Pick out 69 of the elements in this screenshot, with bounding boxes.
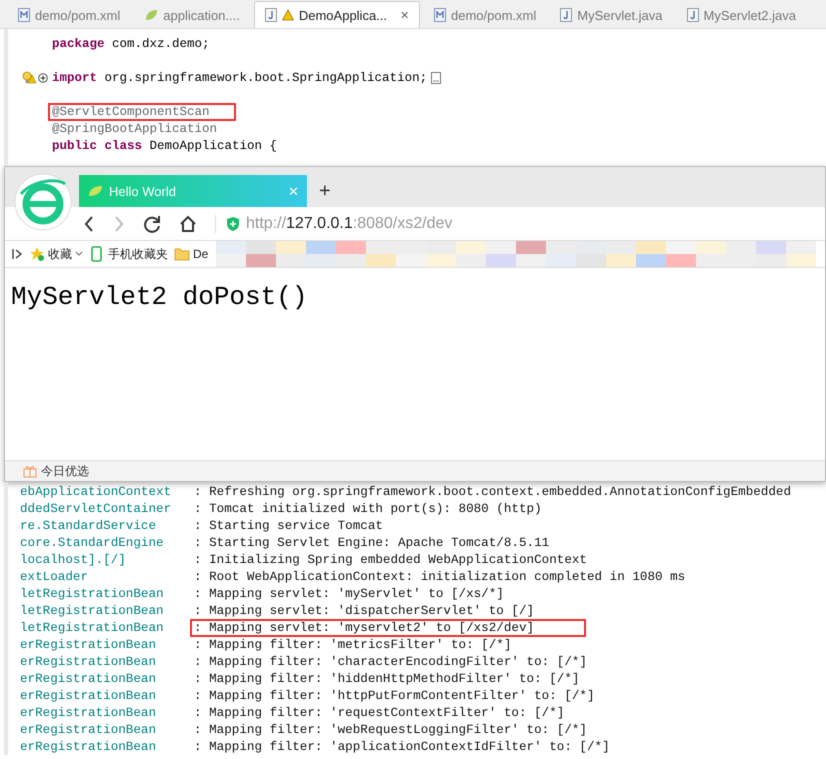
- editor-tab[interactable]: demo/pom.xml: [8, 2, 130, 28]
- leaf-icon: [144, 8, 158, 22]
- log-message: : Root WebApplicationContext: initialization completed in 1080 ms: [193, 568, 686, 586]
- bookmark-item[interactable]: De: [174, 246, 208, 262]
- code-line: public class DemoApplication {: [51, 138, 278, 154]
- log-source: letRegistrationBean: [20, 604, 165, 618]
- home-icon: [179, 214, 197, 232]
- log-source: letRegistrationBean: [20, 620, 165, 634]
- log-source: core.StandardEngine: [20, 536, 165, 550]
- log-message: : Refreshing org.springframework.boot.context.embedded.AnnotationConfigEmbedded: [193, 484, 792, 500]
- sidebar-toggle-icon: [11, 247, 23, 261]
- page-text: MyServlet2 doPost(): [10, 281, 308, 314]
- editor-tab[interactable]: DemoApplica... ✕: [254, 1, 420, 28]
- log-source: erRegistrationBean: [20, 638, 158, 652]
- editor-tab[interactable]: MyServlet.java: [550, 2, 673, 28]
- log-message: : Starting service Tomcat: [193, 518, 384, 534]
- folded-code-icon: [431, 72, 442, 84]
- log-message: : Mapping filter: 'httpPutFormContentFilter' to: [/*]: [193, 688, 596, 704]
- log-source: extLoader: [20, 570, 90, 584]
- leaf-icon: [87, 184, 103, 198]
- log-source: erRegistrationBean: [20, 688, 158, 702]
- file-icon: [434, 8, 446, 22]
- log-source: erRegistrationBean: [20, 672, 158, 686]
- close-icon[interactable]: ✕: [400, 8, 410, 22]
- tab-title: Hello World: [109, 184, 176, 198]
- log-source: ddedServletContainer: [20, 502, 172, 516]
- folder-icon: [174, 246, 190, 262]
- reload-icon: [143, 214, 161, 232]
- bookmark-item[interactable]: 收藏: [29, 246, 83, 262]
- bookmark-item[interactable]: 手机收藏夹: [89, 246, 168, 262]
- java-file-icon: [560, 8, 572, 22]
- log-message: : Mapping filter: 'characterEncodingFilter' to: [/*]: [193, 654, 588, 670]
- log-message: : Mapping servlet: 'myservlet2' to [/xs2/dev]: [190, 618, 586, 636]
- code-line: import org.springframework.boot.SpringApplication;: [51, 70, 428, 86]
- new-tab-button[interactable]: +: [319, 175, 331, 207]
- shield-icon: [226, 216, 240, 232]
- java-file-icon: [264, 8, 277, 22]
- status-link[interactable]: 今日优选: [41, 462, 89, 480]
- phone-icon: [89, 246, 105, 262]
- log-message: : Mapping filter: 'hiddenHttpMethodFilter' to: [/*]: [193, 670, 580, 688]
- log-message: : Mapping filter: 'webRequestLoggingFilter' to: [/*]: [193, 722, 588, 738]
- star-icon: [29, 246, 45, 262]
- log-source: erRegistrationBean: [20, 722, 158, 736]
- log-message: : Mapping filter: 'requestContextFilter' to: [/*]: [193, 704, 566, 722]
- file-icon: [18, 8, 30, 22]
- log-source: re.StandardService: [20, 518, 158, 532]
- code-line: @SpringBootApplication: [51, 120, 218, 138]
- gift-icon: [23, 464, 37, 478]
- log-message: : Initializing Spring embedded WebApplicationContext: [193, 552, 588, 568]
- log-message: : Mapping filter: 'applicationContextIdFilter' to: [/*]: [193, 738, 611, 756]
- editor-tab[interactable]: application....: [134, 2, 250, 28]
- log-source: erRegistrationBean: [20, 740, 158, 754]
- log-source: erRegistrationBean: [20, 706, 158, 720]
- editor-tab[interactable]: MyServlet2.java: [676, 2, 806, 28]
- java-file-icon: [686, 8, 699, 22]
- log-message: : Mapping servlet: 'dispatcherServlet' to [/]: [193, 602, 536, 620]
- log-message: : Tomcat initialized with port(s): 8080 (http): [193, 500, 543, 518]
- log-message: : Mapping servlet: 'myServlet' to [/xs/*]: [193, 586, 505, 602]
- log-message: : Mapping filter: 'metricsFilter' to: [/*]: [193, 636, 512, 654]
- log-message: : Starting Servlet Engine: Apache Tomcat/8.5.11: [193, 534, 550, 552]
- code-line: package com.dxz.demo;: [51, 36, 211, 52]
- log-source: localhost].[/]: [20, 552, 127, 566]
- log-source: ebApplicationContext: [20, 484, 172, 498]
- log-source: letRegistrationBean: [20, 586, 165, 600]
- forward-icon: [113, 214, 125, 232]
- log-source: erRegistrationBean: [20, 654, 158, 668]
- back-icon: [83, 214, 95, 232]
- caret-icon: [75, 251, 83, 257]
- editor-tab[interactable]: demo/pom.xml: [424, 2, 546, 28]
